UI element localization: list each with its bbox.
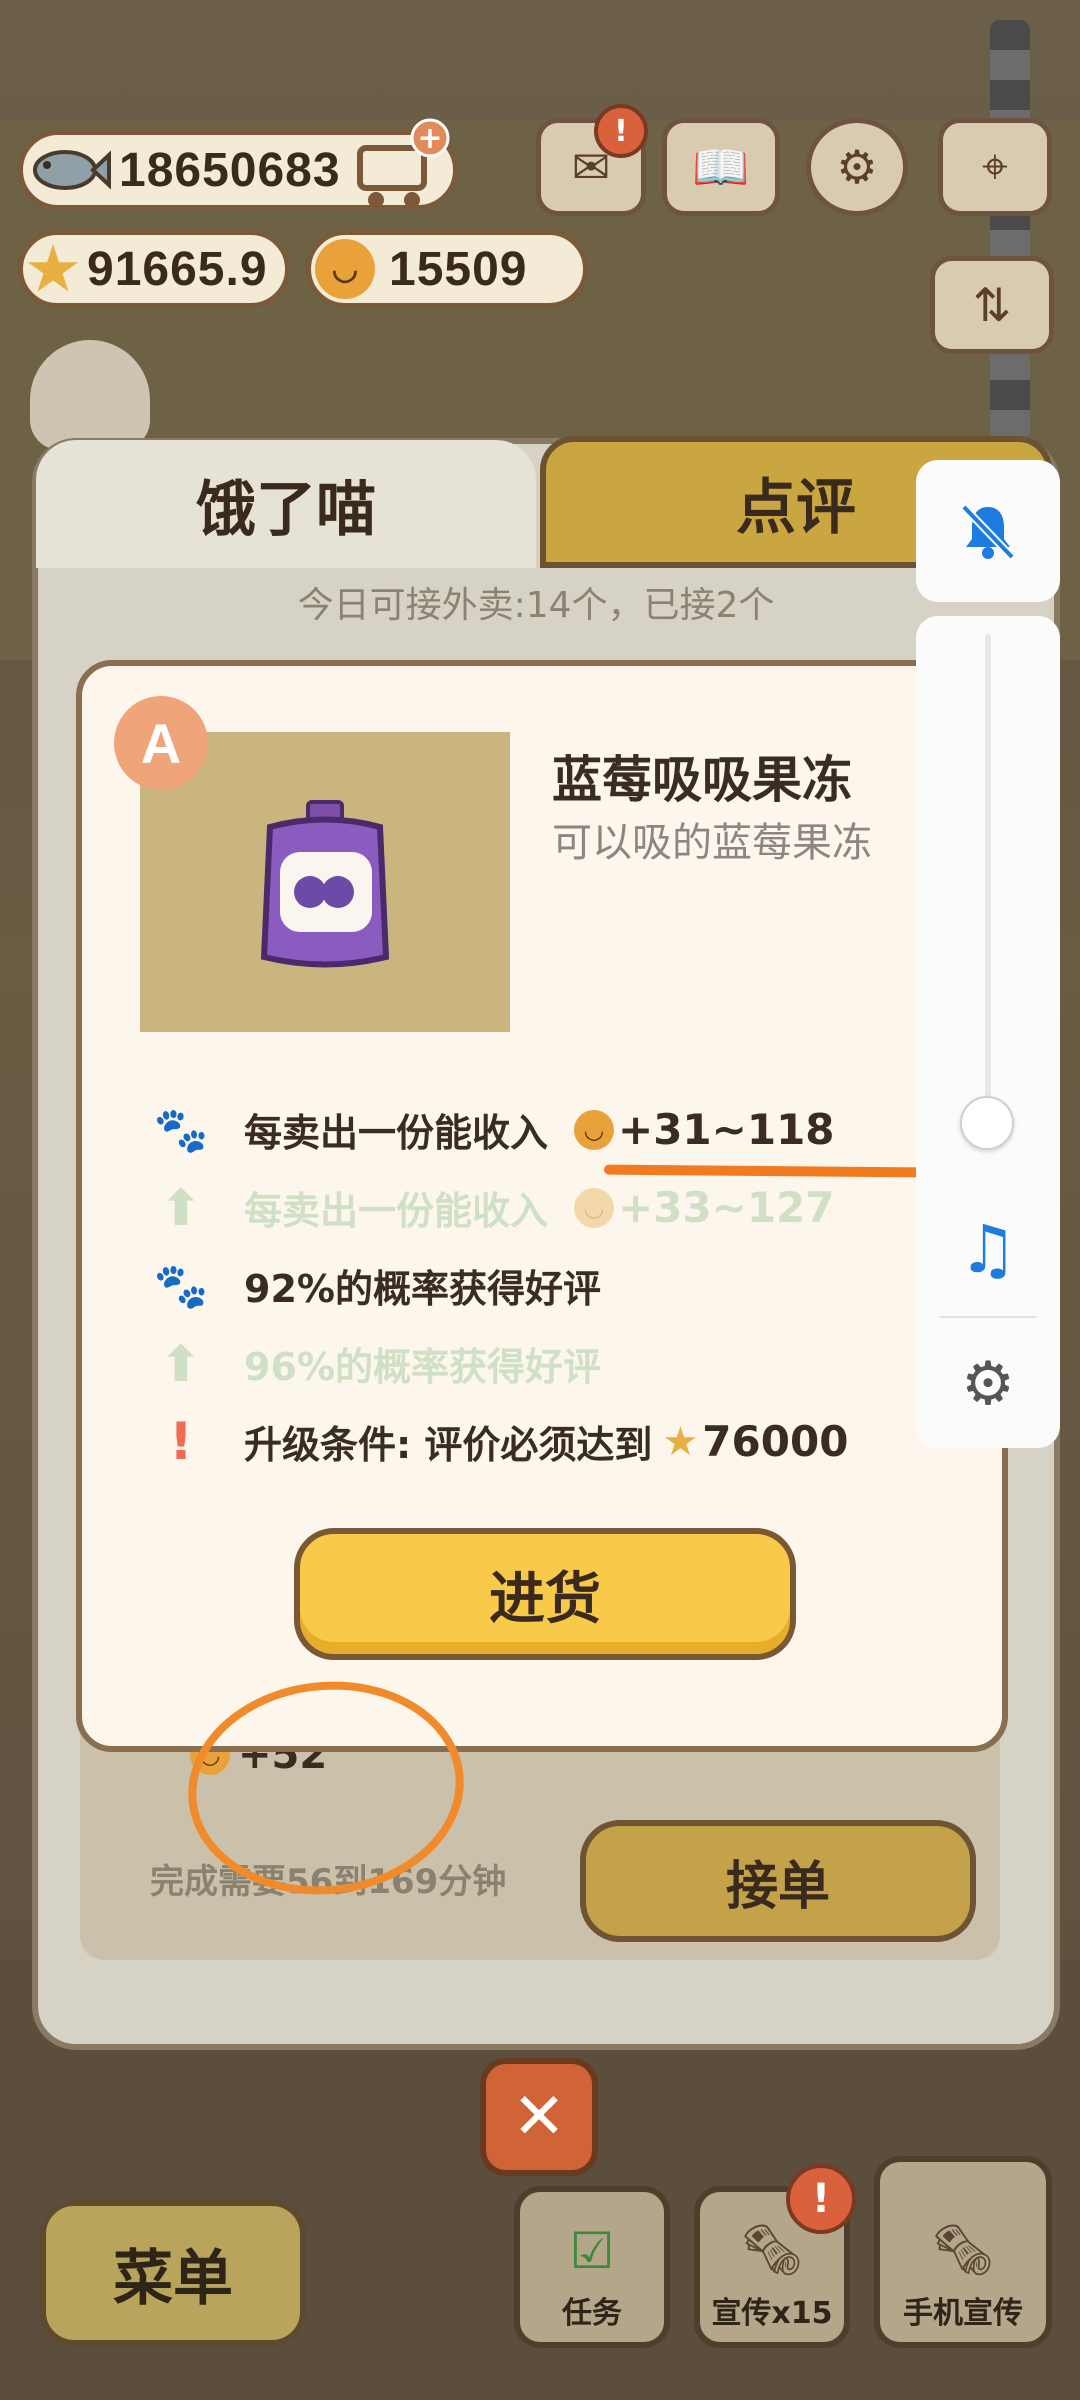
star-icon: ★ [27, 237, 79, 302]
bell-coin-icon: ◡ [574, 1109, 615, 1150]
sort-button[interactable]: ⇅ [930, 256, 1054, 354]
phone-promo-label: 手机宣传 [903, 2296, 1023, 2331]
bell-currency-pill: ◡ 15509 [306, 230, 588, 308]
restock-button[interactable]: 进货 [294, 1528, 796, 1660]
close-button[interactable]: ✕ [480, 2058, 598, 2176]
daily-delivery-info: 今日可接外卖:14个，已接2个 [297, 585, 775, 626]
stat-value: +33~127 [618, 1183, 835, 1232]
recipe-book-button[interactable]: 📖 [662, 118, 780, 216]
phone-flyer-icon: 🗞 [931, 2221, 995, 2279]
stat-value: 76000 [702, 1417, 849, 1466]
jelly-pouch-icon [260, 800, 390, 968]
stat-row-income: 🐾 每卖出一份能收入 ◡ +31~118 [154, 1102, 835, 1157]
promo-label: 宣传x15 [711, 2296, 833, 2331]
stat-text: 每卖出一份能收入 [244, 1111, 549, 1155]
music-note-icon[interactable]: ♫ [948, 1210, 1028, 1290]
bell-muted-icon [961, 504, 1015, 560]
mute-toggle[interactable] [916, 460, 1060, 602]
accept-order-button[interactable]: 接单 [580, 1820, 976, 1942]
menu-button[interactable]: 菜单 [40, 2200, 306, 2346]
star-icon: ★ [662, 1418, 699, 1465]
stat-row-review-rate: 🐾 92%的概率获得好评 [154, 1258, 601, 1313]
paw-icon: 🐾 [153, 1104, 209, 1156]
map-button[interactable]: ⌖ [938, 118, 1052, 216]
fish-count: 18650683 [119, 143, 341, 197]
star-currency-pill: ★ 91665.9 [18, 230, 290, 308]
paw-icon: 🐾 [153, 1260, 209, 1312]
flyer-icon: 🗞 [740, 2221, 804, 2279]
settings-button[interactable]: ⚙ [806, 118, 908, 216]
stat-row-income-upgrade: ⬆ 每卖出一份能收入 ◡ +33~127 [154, 1178, 835, 1237]
settings-gear-icon[interactable]: ⚙ [950, 1346, 1026, 1422]
star-count: 91665.9 [87, 242, 268, 296]
bell-coin-icon: ◡ [315, 239, 375, 299]
exclamation-icon: ! [169, 1411, 193, 1472]
hanging-chain [990, 20, 1030, 440]
item-name: 蓝莓吸吸果冻 [552, 751, 852, 809]
stat-value: +31~118 [618, 1105, 835, 1154]
up-arrow-icon: ⬆ [160, 1178, 202, 1237]
map-icon: ⌖ [982, 139, 1008, 193]
stat-text: 96%的概率获得好评 [244, 1345, 601, 1389]
stat-row-review-rate-upgrade: ⬆ 96%的概率获得好评 [154, 1334, 601, 1393]
phone-promo-button[interactable]: 🗞 手机宣传 [874, 2156, 1052, 2348]
mail-alert-badge: ! [594, 104, 648, 158]
sliders-icon: ⇅ [972, 278, 1012, 332]
svg-text:+: + [417, 121, 442, 156]
item-image [140, 732, 510, 1032]
book-icon: 📖 [692, 139, 750, 194]
cat-character [30, 340, 150, 450]
stat-row-upgrade-condition: ! 升级条件: 评价必须达到 ★ 76000 [154, 1411, 849, 1472]
up-arrow-icon: ⬆ [160, 1334, 202, 1393]
volume-slider-knob[interactable] [960, 1096, 1014, 1150]
cart-plus-icon[interactable]: + [350, 118, 450, 214]
stat-text: 92%的概率获得好评 [244, 1267, 601, 1311]
close-icon: ✕ [512, 2080, 566, 2154]
volume-divider [940, 1316, 1036, 1318]
volume-slider-track[interactable] [985, 634, 991, 1134]
item-description: 可以吸的蓝莓果冻 [552, 820, 872, 866]
promo-alert-badge: ! [786, 2164, 856, 2234]
tasks-label: 任务 [562, 2296, 622, 2331]
gear-icon: ⚙ [836, 140, 878, 194]
tab-delivery[interactable]: 饿了喵 [36, 440, 536, 568]
stat-text: 升级条件: 评价必须达到 [244, 1423, 653, 1467]
bell-coin-icon: ◡ [574, 1187, 615, 1228]
bell-count: 15509 [389, 242, 528, 296]
checklist-icon: ☑ [569, 2222, 615, 2280]
fish-icon [27, 140, 111, 200]
tasks-button[interactable]: ☑ 任务 [514, 2186, 670, 2348]
grade-badge: A [114, 696, 208, 790]
stat-text: 每卖出一份能收入 [244, 1189, 549, 1233]
